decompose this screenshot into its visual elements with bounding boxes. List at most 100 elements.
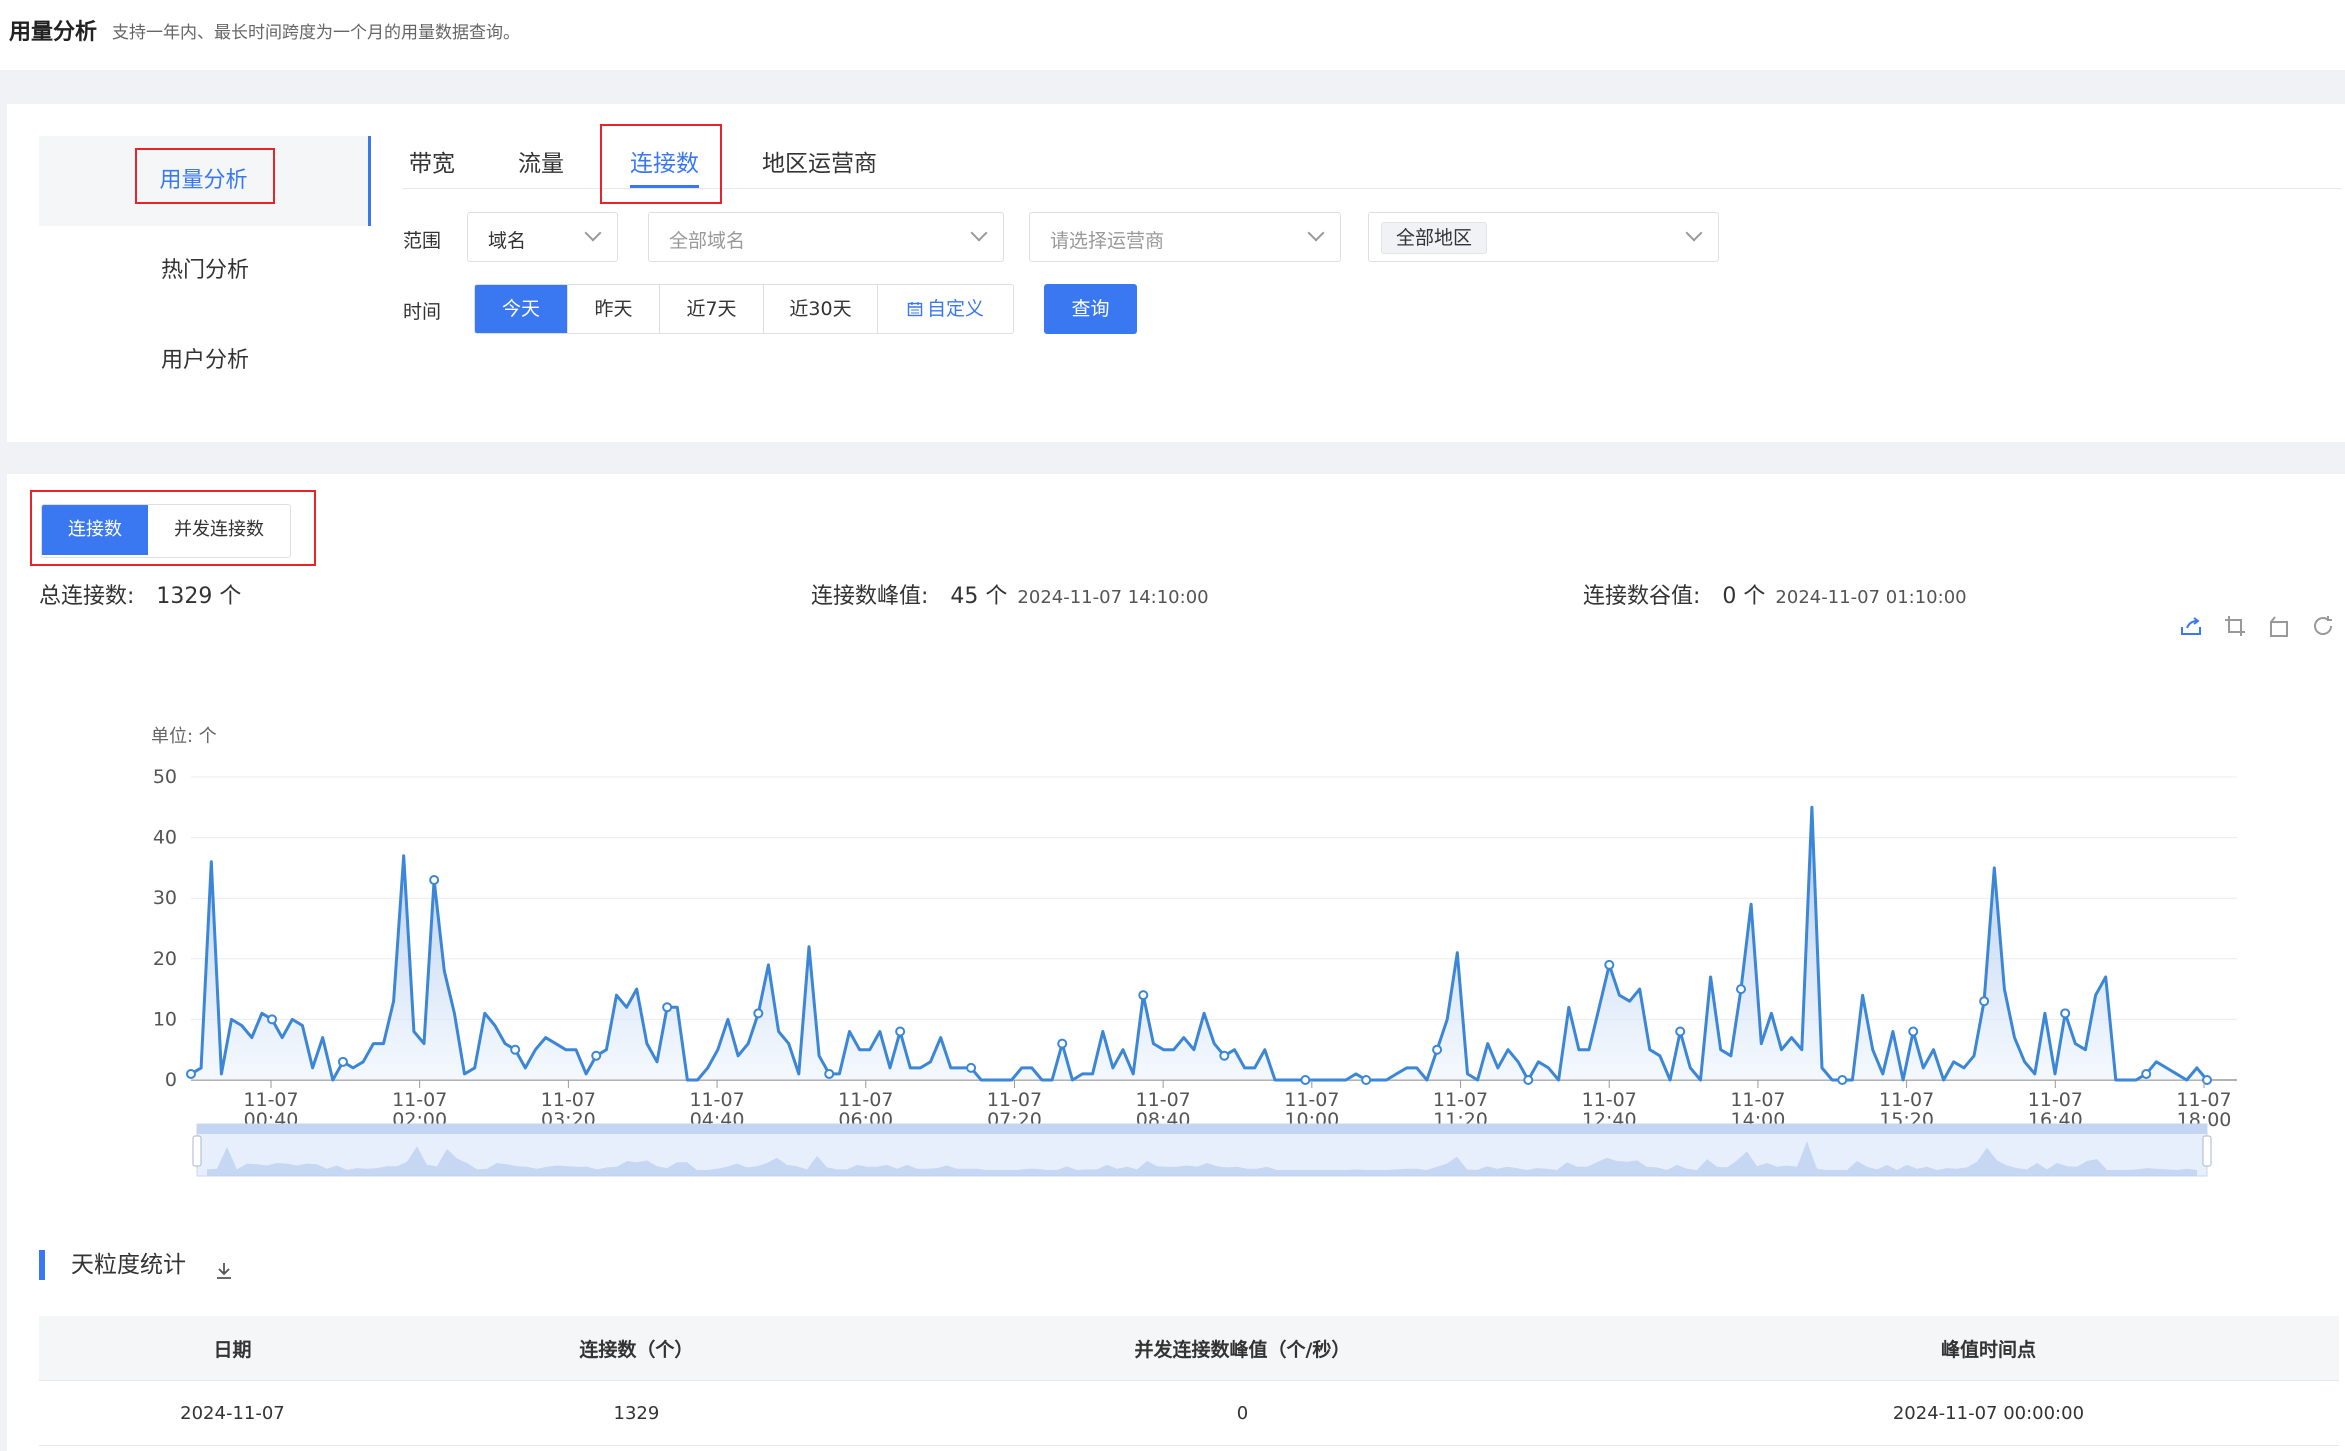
sidebar-item-label: 用户分析	[160, 348, 249, 373]
column-header: 峰值时间点	[1637, 1316, 2339, 1381]
page-header: 用量分析 支持一年内、最长时间跨度为一个月的用量数据查询。	[0, 0, 2345, 70]
table-cell: 1329	[425, 1380, 847, 1446]
download-icon[interactable]	[213, 1260, 235, 1282]
stat-total-label: 总连接数:	[39, 584, 135, 609]
data-point	[1523, 1075, 1534, 1085]
data-point	[429, 875, 440, 886]
custom-label: 自定义	[926, 298, 984, 320]
data-point	[591, 1050, 602, 1061]
time-7days-button[interactable]: 近7天	[660, 285, 764, 333]
sidebar-item-hot[interactable]: 热门分析	[39, 226, 371, 316]
data-point	[1908, 1026, 1919, 1037]
stat-valley-label: 连接数谷值:	[1583, 584, 1701, 609]
isp-select[interactable]: 请选择运营商	[1029, 212, 1341, 262]
stat-peak-value: 45 个	[950, 584, 1008, 609]
sidebar-item-label: 热门分析	[160, 258, 249, 283]
range-slider-bar	[197, 1124, 2207, 1134]
table-cell: 2024-11-07 00:00:00	[1637, 1380, 2339, 1446]
data-point	[1138, 990, 1149, 1001]
time-30days-button[interactable]: 近30天	[764, 285, 878, 333]
chevron-down-icon	[970, 224, 988, 242]
data-point	[337, 1056, 348, 1067]
time-label: 时间	[403, 301, 442, 323]
highlight-box	[30, 490, 316, 566]
stat-total-value: 1329 个	[156, 584, 242, 609]
scope-select[interactable]: 域名	[467, 212, 618, 262]
domain-select[interactable]: 全部域名	[648, 212, 1004, 262]
table-cell: 2024-11-07	[39, 1380, 426, 1446]
y-tick-label: 10	[153, 1008, 177, 1030]
filter-panel: 用量分析 热门分析 用户分析 带宽 流量 连接数 地区运营商 范围 域名 全部域…	[7, 104, 2345, 442]
daily-stats-title: 天粒度统计	[39, 1250, 186, 1280]
column-header: 连接数（个）	[425, 1316, 847, 1381]
y-tick-label: 0	[165, 1069, 177, 1091]
series-area	[191, 807, 2207, 1080]
chevron-down-icon	[584, 224, 602, 242]
data-point	[895, 1026, 906, 1037]
range-handle-right[interactable]	[2202, 1135, 2212, 1167]
table-header-row: 日期 连接数（个） 并发连接数峰值（个/秒） 峰值时间点	[39, 1316, 2339, 1381]
stat-valley-value: 0 个	[1722, 584, 1766, 609]
isp-select-placeholder: 请选择运营商	[1050, 230, 1165, 252]
daily-stats-table: 日期 连接数（个） 并发连接数峰值（个/秒） 峰值时间点 2024-11-07 …	[39, 1316, 2339, 1446]
stat-valley-time: 2024-11-07 01:10:00	[1775, 587, 1967, 608]
y-tick-label: 40	[153, 827, 177, 849]
table-row: 2024-11-07 1329 0 2024-11-07 00:00:00	[39, 1380, 2339, 1446]
data-point	[2060, 1008, 2071, 1019]
data-point	[186, 1068, 196, 1079]
data-point	[753, 1008, 764, 1019]
region-select[interactable]: 全部地区	[1368, 212, 1719, 262]
stat-peak-time: 2024-11-07 14:10:00	[1017, 587, 1209, 608]
data-point	[267, 1014, 278, 1025]
data-point	[662, 1002, 673, 1013]
chart-panel: 连接数 并发连接数 总连接数: 1329 个 连接数峰值: 45 个 2024-11-…	[7, 474, 2345, 1451]
column-header: 并发连接数峰值（个/秒）	[846, 1316, 1638, 1381]
tab-traffic[interactable]: 流量	[518, 144, 564, 178]
stat-peak: 连接数峰值: 45 个 2024-11-07 14:10:00	[811, 578, 1209, 610]
data-point	[1219, 1050, 1230, 1061]
range-handle-left[interactable]	[192, 1135, 202, 1167]
table-cell: 0	[846, 1380, 1638, 1446]
data-point	[1837, 1075, 1848, 1085]
data-point	[1300, 1075, 1311, 1085]
calendar-icon	[907, 302, 923, 317]
data-point	[1735, 984, 1746, 995]
sidebar-item-users[interactable]: 用户分析	[39, 316, 371, 406]
data-point	[1432, 1044, 1443, 1055]
time-custom-button[interactable]: 自定义	[878, 285, 1013, 333]
y-tick-label: 30	[153, 887, 177, 909]
highlight-box	[600, 124, 722, 204]
data-point	[966, 1062, 977, 1073]
page-description: 支持一年内、最长时间跨度为一个月的用量数据查询。	[112, 23, 520, 43]
query-button[interactable]: 查询	[1044, 284, 1137, 334]
connections-chart: 单位: 个0102030405011-07 00:4011-07 02:0011-0…	[151, 726, 2237, 1177]
region-tag: 全部地区	[1381, 222, 1488, 254]
time-today-button[interactable]: 今天	[475, 285, 568, 333]
stat-valley: 连接数谷值: 0 个 2024-11-07 01:10:00	[1583, 578, 1967, 610]
domain-select-placeholder: 全部域名	[669, 230, 746, 252]
chevron-down-icon	[1307, 224, 1325, 242]
column-header: 日期	[39, 1316, 426, 1381]
data-point	[1675, 1026, 1686, 1037]
data-point	[824, 1068, 835, 1079]
data-point	[1057, 1038, 1068, 1049]
unit-label: 单位: 个	[151, 726, 217, 747]
data-point	[510, 1044, 521, 1055]
scope-select-value: 域名	[488, 230, 527, 252]
time-yesterday-button[interactable]: 昨天	[568, 285, 660, 333]
time-range-group: 今天 昨天 近7天 近30天 自定义	[474, 284, 1014, 334]
tab-bandwidth[interactable]: 带宽	[409, 144, 455, 178]
data-point	[1604, 959, 1615, 970]
stat-peak-label: 连接数峰值:	[811, 584, 929, 609]
range-label: 范围	[403, 230, 442, 252]
chevron-down-icon	[1685, 224, 1703, 242]
data-point	[1361, 1075, 1372, 1085]
data-point	[1979, 996, 1990, 1007]
highlight-box	[135, 148, 275, 204]
y-tick-label: 50	[153, 766, 177, 788]
data-point	[2141, 1068, 2152, 1079]
stat-total: 总连接数: 1329 个	[39, 578, 241, 610]
y-tick-label: 20	[153, 948, 177, 970]
page-title: 用量分析	[9, 20, 98, 45]
tab-region-isp[interactable]: 地区运营商	[762, 144, 877, 178]
